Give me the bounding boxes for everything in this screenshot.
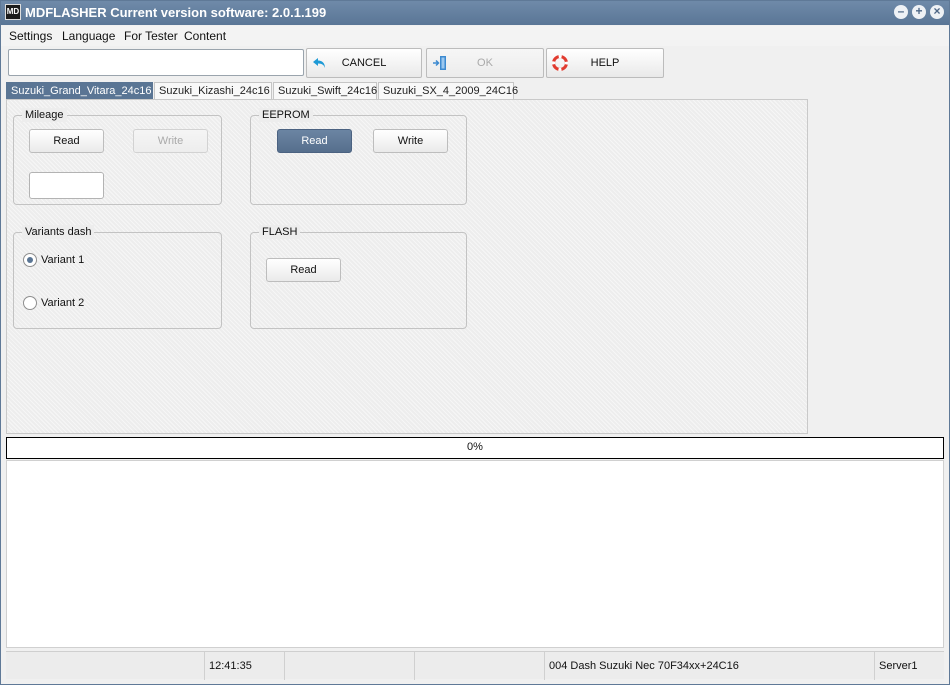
window-title: MDFLASHER Current version software: 2.0.…: [25, 5, 327, 20]
flash-group-title: FLASH: [259, 225, 301, 239]
mileage-write-button[interactable]: Write: [133, 129, 208, 153]
variant-1-radio[interactable]: [23, 253, 37, 267]
status-cell-empty-2: [285, 652, 415, 680]
status-bar: 12:41:35 004 Dash Suzuki Nec 70F34xx+24C…: [6, 651, 944, 680]
help-label: HELP: [590, 57, 620, 69]
menu-language[interactable]: Language: [62, 29, 115, 43]
progress-label: 0%: [467, 441, 483, 453]
eeprom-write-button[interactable]: Write: [373, 129, 448, 153]
status-cell-empty-1: [6, 652, 205, 680]
progress-bar: 0%: [6, 437, 944, 459]
eeprom-group-title: EEPROM: [259, 108, 313, 122]
mileage-group-title: Mileage: [22, 108, 67, 122]
menu-for-tester[interactable]: For Tester: [124, 29, 178, 43]
device-search-input[interactable]: [8, 49, 304, 76]
app-logo-icon: MD: [5, 4, 21, 20]
app-window: MD MDFLASHER Current version software: 2…: [0, 0, 950, 685]
cancel-button[interactable]: CANCEL: [306, 48, 422, 78]
eeprom-read-button[interactable]: Read: [277, 129, 352, 153]
ok-label: OK: [477, 57, 493, 69]
flash-read-button[interactable]: Read: [266, 258, 341, 282]
variant-2-label: Variant 2: [41, 297, 85, 309]
title-bar[interactable]: MD MDFLASHER Current version software: 2…: [1, 1, 949, 25]
minimize-button[interactable]: –: [894, 5, 908, 19]
menu-content[interactable]: Content: [184, 29, 226, 43]
tab-suzuki-kizashi[interactable]: Suzuki_Kizashi_24c16: [154, 82, 272, 100]
mileage-value-field[interactable]: [29, 172, 104, 199]
mileage-group: Mileage Read Write: [13, 108, 222, 205]
status-time: 12:41:35: [205, 652, 285, 680]
toolbar: CANCEL OK HELP: [1, 46, 949, 80]
menu-settings[interactable]: Settings: [9, 29, 52, 43]
variants-group-title: Variants dash: [22, 225, 95, 239]
status-cell-empty-3: [415, 652, 545, 680]
close-button[interactable]: ×: [930, 5, 944, 19]
tab-suzuki-swift[interactable]: Suzuki_Swift_24c16: [273, 82, 377, 100]
menu-bar: Settings Language For Tester Content: [1, 26, 949, 46]
ok-button[interactable]: OK: [426, 48, 544, 78]
log-output-area[interactable]: [6, 460, 944, 648]
status-server: Server1: [879, 660, 918, 672]
help-button[interactable]: HELP: [546, 48, 664, 78]
cancel-label: CANCEL: [341, 57, 387, 69]
flash-group: FLASH Read: [250, 225, 467, 329]
variant-1-label: Variant 1: [41, 254, 85, 266]
status-device: 004 Dash Suzuki Nec 70F34xx+24C16: [545, 652, 875, 680]
mileage-read-button[interactable]: Read: [29, 129, 104, 153]
tab-content-panel: Mileage Read Write EEPROM Read Write Var…: [6, 99, 808, 434]
variants-dash-group: Variants dash Variant 1 Variant 2: [13, 225, 222, 329]
variant-2-radio[interactable]: [23, 296, 37, 310]
maximize-button[interactable]: +: [912, 5, 926, 19]
tab-suzuki-sx4-2009[interactable]: Suzuki_SX_4_2009_24C16: [378, 82, 518, 100]
eeprom-group: EEPROM Read Write: [250, 108, 467, 205]
tab-suzuki-grand-vitara[interactable]: Suzuki_Grand_Vitara_24c16: [6, 82, 153, 100]
